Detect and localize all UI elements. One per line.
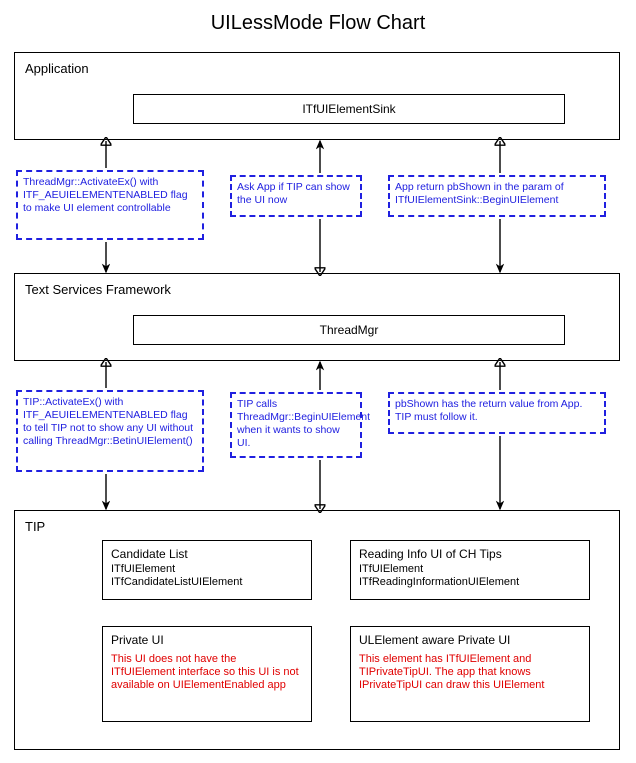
arrows-layer — [0, 0, 636, 763]
diagram-canvas: UILessMode Flow Chart Application ITfUIE… — [0, 0, 636, 763]
